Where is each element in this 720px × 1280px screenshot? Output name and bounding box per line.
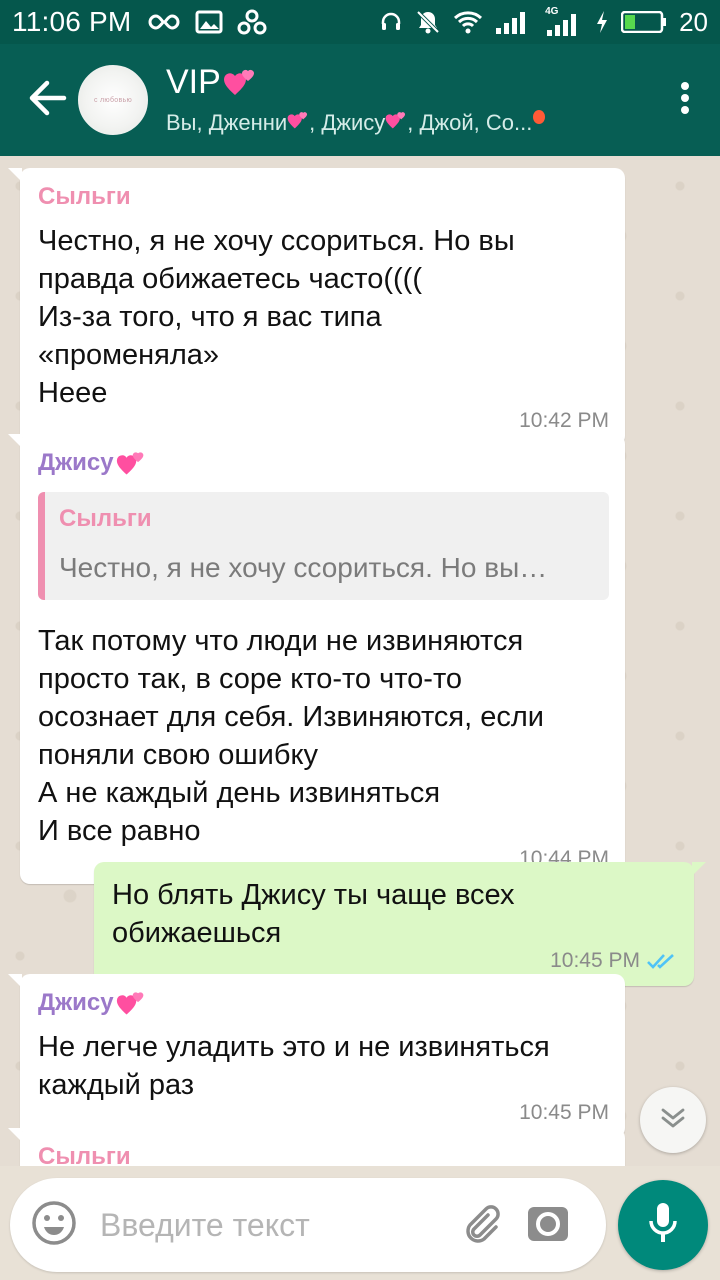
message-sender: Сыльги [38, 183, 131, 210]
quoted-sender: Сыльги [59, 505, 152, 532]
battery-icon [621, 11, 667, 33]
message-incoming[interactable]: Джису Не легче уладить это и не извинять… [8, 974, 625, 1138]
double-check-read-icon [646, 951, 678, 971]
mute-notifications-icon [415, 9, 441, 35]
composer-bar [10, 1178, 606, 1272]
signal-icon-1 [495, 10, 531, 34]
scroll-to-bottom-button[interactable] [640, 1087, 706, 1153]
network-type-label: 4G [545, 6, 559, 17]
signal-icon-2: 4G [543, 6, 583, 36]
voice-record-button[interactable] [618, 1180, 708, 1270]
message-sender: Джису [38, 446, 609, 480]
camera-button[interactable] [520, 1197, 576, 1253]
status-notification-icons [147, 9, 281, 35]
link-share-icon [237, 9, 267, 35]
message-meta: 10:42 PM [38, 406, 609, 436]
charging-icon [595, 10, 609, 34]
avatar-caption: с любовью [94, 96, 132, 104]
chat-title-text: VIP [166, 62, 221, 101]
message-list[interactable]: Сыльги Честно, я не хочу ссориться. Но в… [0, 156, 720, 1166]
arrow-left-icon [27, 80, 67, 121]
headset-icon [379, 10, 403, 34]
message-input[interactable] [100, 1206, 440, 1244]
quoted-text: Честно, я не хочу ссориться. Но вы… [59, 552, 548, 583]
back-button[interactable] [12, 44, 82, 156]
message-time: 10:42 PM [519, 409, 609, 432]
camera-icon [526, 1203, 570, 1248]
chat-members: Вы, Дженни , Джису , Джой, Со... [166, 108, 660, 138]
quoted-message[interactable]: Сыльги Честно, я не хочу ссориться. Но в… [38, 492, 609, 600]
wifi-icon [453, 10, 483, 34]
two-hearts-emoji-icon [116, 989, 146, 1017]
message-incoming[interactable]: Сыльги [8, 1128, 625, 1166]
message-outgoing[interactable]: Но блять Джису ты чаще всех обижаешься 1… [94, 862, 706, 986]
message-text: Но блять Джису ты чаще всех обижаешься [112, 879, 515, 949]
attach-button[interactable] [452, 1197, 508, 1253]
more-vert-icon [680, 81, 690, 120]
message-text: Так потому что люди не извиняются просто… [38, 625, 544, 847]
chat-header: с любовью VIP Вы, Дженни , Джису , Джой,… [0, 44, 720, 156]
two-hearts-emoji-icon [287, 110, 309, 136]
message-time: 10:45 PM [550, 949, 640, 972]
message-sender: Джису [38, 986, 609, 1020]
message-incoming-reply[interactable]: Джису Сыльги Честно, я не хочу ссориться… [8, 434, 625, 884]
message-sender: Сыльги [38, 1143, 131, 1166]
status-time: 11:06 PM [12, 6, 132, 37]
message-sender-name: Джису [38, 449, 114, 476]
message-text: Не легче уладить это и не извиняться каж… [38, 1031, 550, 1101]
infinity-icon [147, 12, 181, 32]
message-sender-name: Джису [38, 989, 114, 1016]
two-hearts-emoji-icon [116, 449, 146, 477]
message-time: 10:45 PM [519, 1101, 609, 1124]
chat-header-info[interactable]: VIP Вы, Дженни , Джису , Джой, Со... [166, 62, 660, 138]
two-hearts-emoji-icon [223, 67, 257, 97]
smiley-icon [30, 1199, 78, 1252]
status-system-icons: 4G 20 [367, 6, 708, 38]
two-hearts-emoji-icon [385, 110, 407, 136]
whatsapp-group-chat-screen: 11:06 PM 4G 20 с любовью VIP Вы, Дженни … [0, 0, 720, 1280]
balloon-emoji-icon [532, 109, 546, 137]
members-part-3: , Джой, Со... [407, 110, 533, 135]
microphone-icon [648, 1201, 678, 1250]
battery-percent: 20 [679, 6, 708, 37]
message-text: Честно, я не хочу ссориться. Но вы правд… [38, 225, 515, 409]
status-bar: 11:06 PM 4G 20 [0, 0, 720, 44]
double-chevron-down-icon [659, 1106, 687, 1135]
members-part-1: Вы, Дженни [166, 110, 288, 135]
group-avatar[interactable]: с любовью [78, 65, 148, 135]
emoji-button[interactable] [26, 1197, 82, 1253]
members-part-2: , Джису [309, 110, 386, 135]
more-options-button[interactable] [660, 44, 710, 156]
paperclip-icon [458, 1201, 502, 1250]
message-incoming[interactable]: Сыльги Честно, я не хочу ссориться. Но в… [8, 168, 625, 446]
gallery-icon [195, 10, 223, 34]
chat-title: VIP [166, 62, 660, 102]
